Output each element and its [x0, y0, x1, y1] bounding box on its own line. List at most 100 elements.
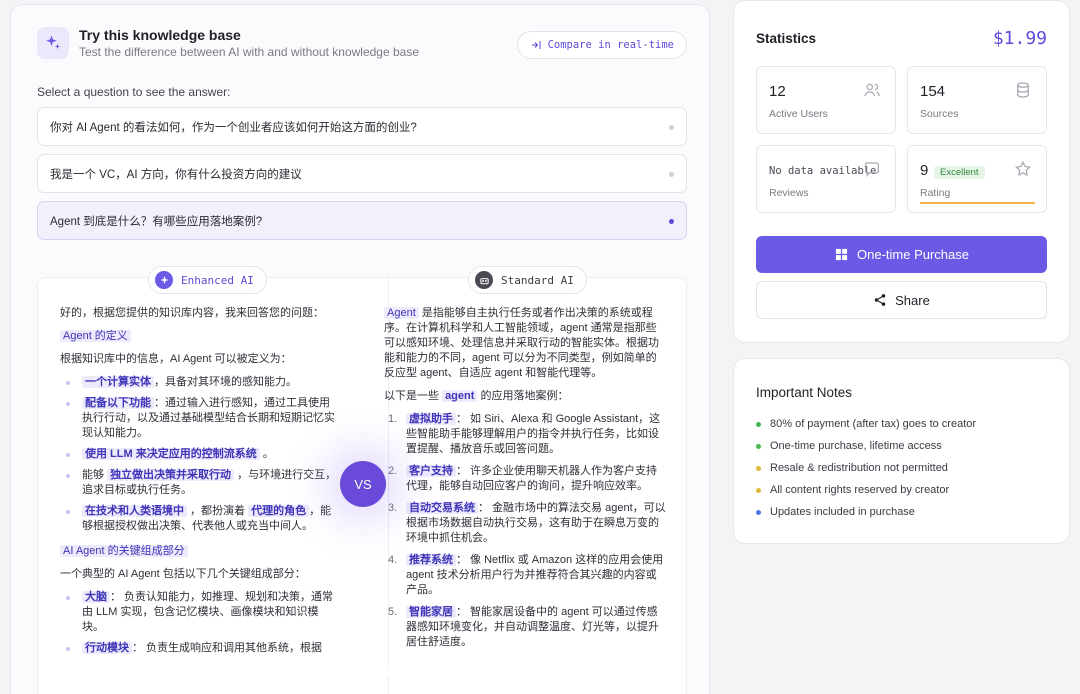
highlight: 虚拟助手	[406, 413, 456, 425]
reviews-tile: No data available Reviews	[756, 145, 896, 213]
answer-text: 是指能够自主执行任务或者作出决策的系统或程序。在计算机科学和人工智能领域，age…	[384, 307, 659, 379]
section-heading: AI Agent 的关键组成部分	[60, 545, 188, 557]
sources-label: Sources	[920, 108, 959, 120]
statistics-card: Statistics $1.99 12 Active Users 154 Sou…	[733, 0, 1070, 343]
active-users-label: Active Users	[769, 108, 828, 120]
question-item[interactable]: 我是一个 VC，AI 方向，你有什么投资方向的建议	[37, 154, 687, 193]
question-item-selected[interactable]: Agent 到底是什么？有哪些应用落地案例?	[37, 201, 687, 240]
note-text: 80% of payment (after tax) goes to creat…	[770, 418, 977, 430]
knowledge-base-card: Try this knowledge base Test the differe…	[10, 4, 710, 694]
reviews-label: Reviews	[769, 187, 809, 199]
highlight: 大脑	[82, 591, 110, 603]
kb-subtitle: Test the difference between AI with and …	[79, 45, 420, 59]
status-dot	[756, 487, 761, 493]
price: $1.99	[992, 28, 1047, 49]
list-number: 3.	[388, 502, 398, 514]
list-item: 在技术和人类语境中 ，都扮演着 代理的角色 ，能够根据授权做出决策、代表他人或充当…	[60, 504, 340, 534]
note-item: Resale & redistribution not permitted	[756, 461, 976, 475]
answer-text: 以下是一些	[384, 390, 443, 402]
list-text: 能够	[82, 469, 108, 481]
select-question-label: Select a question to see the answer:	[37, 85, 231, 99]
notes-list: 80% of payment (after tax) goes to creat…	[756, 417, 976, 527]
list-item: 一个计算实体 ，具备对其环境的感知能力。	[60, 375, 340, 390]
compare-label: Compare in real-time	[547, 39, 674, 51]
list-item: 5. 智能家居： 智能家居设备中的 agent 可以通过传感器感知环境变化，并自动…	[384, 605, 666, 650]
list-text: ，都扮演着	[187, 505, 249, 517]
highlight: 在技术和人类语境中	[82, 505, 187, 517]
enhanced-answer: 好的，根据您提供的知识库内容，我来回答您的问题： Agent 的定义 根据知识库…	[60, 306, 340, 666]
answer-paragraph: 一个典型的 AI Agent 包括以下几个关键组成部分：	[60, 568, 306, 580]
note-item: Updates included in purchase	[756, 505, 976, 519]
list-number: 1.	[388, 413, 398, 425]
list-text: ，具备对其环境的感知能力。	[154, 376, 297, 388]
standard-ai-label: Standard AI	[501, 273, 574, 287]
kb-header: Try this knowledge base Test the differe…	[37, 27, 419, 59]
highlight: 客户支持	[406, 465, 456, 477]
note-text: All content rights reserved by creator	[770, 484, 950, 496]
rating-label: Rating	[920, 187, 951, 199]
highlight: 推荐系统	[406, 554, 456, 566]
active-users-value: 12	[769, 83, 786, 100]
highlight: 行动模块	[82, 642, 132, 654]
rating-tile: 9 Excellent Rating	[907, 145, 1047, 213]
grid-icon	[835, 248, 848, 261]
note-item: One-time purchase, lifetime access	[756, 439, 976, 453]
answer-paragraph: Agent 是指能够自主执行任务或者作出决策的系统或程序。在计算机科学和人工智能…	[384, 306, 666, 381]
list-item: 配备以下功能 ：通过输入进行感知，通过工具使用执行行动，以及通过基础模型结合长期和…	[60, 396, 340, 441]
list-text: ： 负责认知能力，如推理、规划和决策，通常由 LLM 实现，包含记忆模块、画像模…	[82, 591, 334, 633]
list-text: 。	[259, 448, 274, 460]
sparkle-icon	[37, 27, 69, 59]
note-item: All content rights reserved by creator	[756, 483, 976, 497]
standard-answer: Agent 是指能够自主执行任务或者作出决策的系统或程序。在计算机科学和人工智能…	[384, 306, 666, 657]
highlight: Agent	[384, 307, 419, 319]
swap-icon	[531, 41, 541, 49]
share-label: Share	[895, 292, 930, 308]
answer-paragraph: 根据知识库中的信息，AI Agent 可以被定义为：	[60, 353, 292, 365]
highlight: 代理的角色	[248, 505, 310, 517]
enhanced-ai-label: Enhanced AI	[181, 273, 254, 287]
status-dot	[756, 509, 761, 515]
note-text: Resale & redistribution not permitted	[770, 462, 948, 474]
list-item: 3. 自动交易系统： 金融市场中的算法交易 agent，可以根据市场数据自动执行交…	[384, 501, 666, 546]
star-icon	[1015, 160, 1031, 177]
list-number: 5.	[388, 606, 398, 618]
standard-ai-pill: Standard AI	[468, 266, 587, 294]
list-number: 4.	[388, 554, 398, 566]
notes-title: Important Notes	[756, 385, 853, 400]
rating-bar	[920, 202, 1035, 204]
question-text: Agent 到底是什么？有哪些应用落地案例?	[50, 215, 263, 228]
question-item[interactable]: 你对 AI Agent 的看法如何，作为一个创业者应该如何开始这方面的创业?	[37, 107, 687, 146]
question-text: 你对 AI Agent 的看法如何，作为一个创业者应该如何开始这方面的创业?	[50, 121, 417, 134]
list-item: 大脑： 负责认知能力，如推理、规划和决策，通常由 LLM 实现，包含记忆模块、画…	[60, 590, 340, 635]
highlight: 配备以下功能	[82, 397, 154, 409]
message-icon	[864, 162, 880, 178]
comparison-panel: Enhanced AI Standard AI 好的，根据您提供的知识库内容，我…	[37, 266, 687, 694]
highlight: agent	[442, 390, 478, 402]
purchase-label: One-time Purchase	[857, 247, 969, 262]
list-text: ： 负责生成响应和调用其他系统，根据	[132, 642, 323, 654]
highlight: 独立做出决策并采取行动	[107, 469, 235, 481]
list-number: 2.	[388, 465, 398, 477]
active-users-tile: 12 Active Users	[756, 66, 896, 134]
reviews-value: No data available	[769, 165, 877, 177]
sparkle-icon	[155, 271, 173, 289]
highlight: 一个计算实体	[82, 376, 154, 388]
sources-tile: 154 Sources	[907, 66, 1047, 134]
status-dot	[756, 465, 761, 471]
important-notes-card: Important Notes 80% of payment (after ta…	[733, 358, 1070, 544]
list-item: 1. 虚拟助手： 如 Siri、Alexa 和 Google Assistant，…	[384, 412, 666, 457]
note-text: Updates included in purchase	[770, 506, 915, 518]
question-dot	[669, 172, 674, 177]
question-dot	[669, 219, 674, 224]
one-time-purchase-button[interactable]: One-time Purchase	[756, 236, 1047, 273]
share-icon	[874, 294, 886, 306]
question-text: 我是一个 VC，AI 方向，你有什么投资方向的建议	[50, 168, 302, 181]
share-button[interactable]: Share	[756, 281, 1047, 319]
highlight: 智能家居	[406, 606, 456, 618]
use-cases-list: 1. 虚拟助手： 如 Siri、Alexa 和 Google Assistant，…	[384, 412, 666, 650]
answer-text: 的应用落地案例：	[477, 390, 569, 402]
kb-title: Try this knowledge base	[79, 27, 241, 43]
compare-realtime-button[interactable]: Compare in real-time	[516, 31, 687, 59]
status-dot	[756, 443, 761, 449]
answer-paragraph: 以下是一些 agent 的应用落地案例：	[384, 389, 666, 404]
